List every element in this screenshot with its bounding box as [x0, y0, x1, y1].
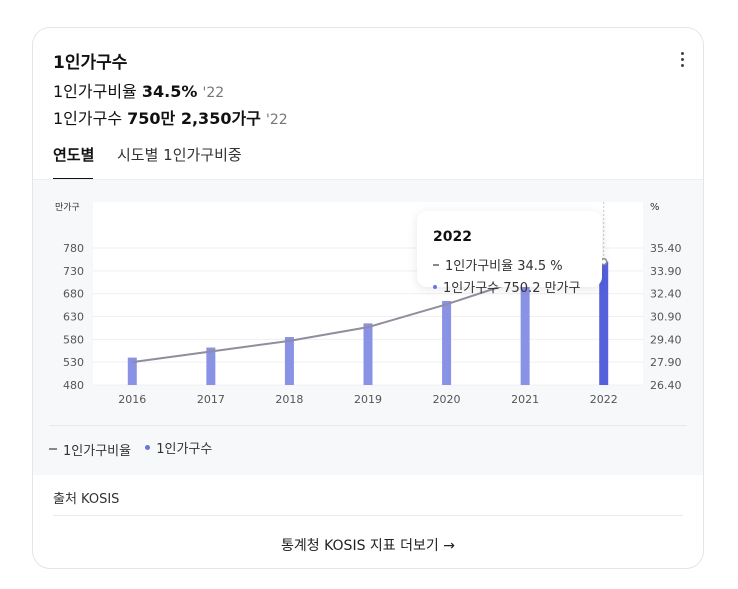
legend-item-ratio[interactable]: 1인가구비율: [49, 440, 131, 459]
x-tick-label: 2016: [118, 393, 146, 406]
ratio-stat-year: '22: [202, 85, 225, 101]
right-tick-label: 33.90: [650, 265, 682, 278]
chart-legend: 1인가구비율 1인가구수: [49, 438, 222, 459]
ratio-stat: 1인가구비율 34.5% '22: [53, 78, 224, 102]
right-tick-label: 27.90: [650, 356, 682, 369]
card-title: 1인가구수: [53, 53, 128, 73]
legend-line-swatch: [49, 448, 57, 450]
bar: [284, 337, 294, 385]
x-tick-label: 2019: [354, 393, 382, 406]
tooltip-ratio-text: 1인가구비율 34.5 %: [445, 259, 563, 274]
bar: [363, 323, 373, 385]
legend-count-label: 1인가구수: [156, 442, 213, 457]
x-tick-label: 2021: [511, 393, 539, 406]
left-tick-label: 530: [63, 356, 84, 369]
tooltip-year: 2022: [433, 229, 472, 245]
right-tick-label: 26.40: [650, 379, 682, 392]
right-tick-label: 35.40: [650, 242, 682, 255]
count-stat-value: 750만 2,350가구: [127, 109, 261, 128]
right-tick-label: 32.40: [650, 288, 682, 301]
left-axis-label: 만가구: [55, 202, 80, 213]
legend-item-count[interactable]: 1인가구수: [145, 438, 212, 457]
bar: [206, 347, 216, 385]
right-tick-label: 29.40: [650, 333, 682, 346]
chart-svg[interactable]: 480 530 580 630 680 730 780 26.40 27.90 29.40 30.9…: [33, 180, 703, 420]
tab-yearly[interactable]: 연도별: [53, 144, 94, 165]
count-stat-label: 1인가구수: [53, 109, 123, 128]
statistic-card: 1인가구수 1인가구비율 34.5% '22 1인가구수 750만 2,350가…: [32, 27, 704, 569]
footer-divider: [53, 515, 683, 516]
chart-area: 480 530 580 630 680 730 780 26.40 27.90 29.40 30.9…: [33, 179, 703, 475]
left-tick-label: 680: [63, 288, 84, 301]
ratio-stat-label: 1인가구비율: [53, 82, 137, 101]
tab-by-region[interactable]: 시도별 1인가구비중: [117, 144, 242, 165]
x-tick-label: 2022: [590, 393, 618, 406]
count-stat: 1인가구수 750만 2,350가구 '22: [53, 105, 288, 129]
x-tick-label: 2018: [275, 393, 303, 406]
chart-tooltip: 2022 1인가구비율 34.5 % 1인가구수 750.2 만가구: [417, 211, 602, 296]
x-tick-label: 2017: [197, 393, 225, 406]
tooltip-count-text: 1인가구수 750.2 만가구: [443, 281, 581, 296]
count-stat-year: '22: [266, 112, 288, 128]
legend-ratio-label: 1인가구비율: [63, 443, 132, 459]
legend-dot-swatch: [145, 445, 151, 450]
more-options-icon[interactable]: [679, 52, 685, 70]
tooltip-ratio-row: 1인가구비율 34.5 %: [433, 255, 563, 274]
x-tick-label: 2020: [433, 393, 461, 406]
tooltip-line-marker: [433, 263, 439, 266]
tooltip-count-row: 1인가구수 750.2 만가구: [433, 277, 580, 296]
bar: [442, 300, 452, 385]
ratio-stat-value: 34.5%: [141, 82, 198, 101]
left-tick-label: 630: [63, 311, 84, 324]
source-text: 출처 KOSIS: [53, 492, 120, 507]
legend-divider: [49, 425, 687, 426]
kosis-more-link[interactable]: 통계청 KOSIS 지표 더보기 →: [33, 535, 703, 555]
left-tick-label: 730: [63, 265, 84, 278]
tooltip-dot-marker: [433, 284, 437, 289]
left-tick-label: 780: [63, 242, 84, 255]
left-tick-label: 580: [63, 333, 84, 346]
left-tick-label: 480: [63, 379, 84, 392]
right-tick-label: 30.90: [650, 311, 682, 324]
right-axis-label: %: [650, 202, 660, 213]
